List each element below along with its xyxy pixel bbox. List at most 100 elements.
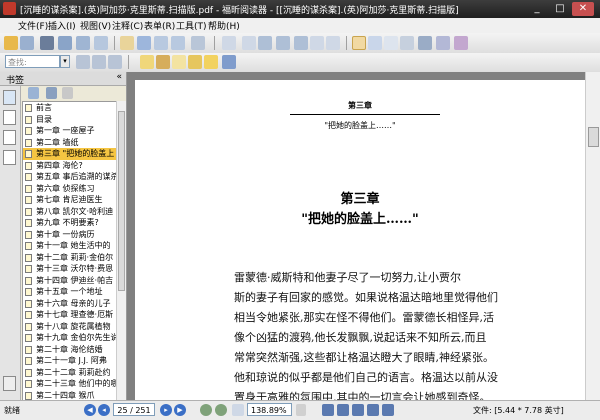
list-item-selected[interactable]: 第三章 "把她的脸盖上 bbox=[23, 148, 117, 160]
bookmark-tool-icon[interactable] bbox=[28, 87, 39, 99]
list-item[interactable]: 目录 bbox=[23, 114, 117, 126]
search-options-icon[interactable] bbox=[108, 55, 122, 69]
highlight-icon[interactable] bbox=[140, 55, 154, 69]
search-next-icon[interactable] bbox=[92, 55, 106, 69]
minimize-button[interactable]: _ bbox=[526, 2, 548, 16]
page-number-input[interactable]: 25 / 251 bbox=[113, 403, 155, 416]
menu-form[interactable]: 表单(R) bbox=[144, 19, 175, 32]
tab-attachments-icon[interactable] bbox=[3, 150, 16, 165]
list-item[interactable]: 第二十章 海伦结婚 bbox=[23, 344, 117, 356]
zoom-dropdown-icon[interactable] bbox=[242, 36, 256, 50]
menu-view[interactable]: 视图(V) bbox=[80, 19, 111, 32]
next-view-icon[interactable] bbox=[171, 36, 185, 50]
menu-comment[interactable]: 注释(C) bbox=[112, 19, 143, 32]
previous-view-icon[interactable] bbox=[154, 36, 168, 50]
list-item[interactable]: 第十六章 母亲的儿子 bbox=[23, 298, 117, 310]
list-item[interactable]: 第十五章 一个地址 bbox=[23, 286, 117, 298]
arrow-icon[interactable] bbox=[222, 55, 236, 69]
print-icon[interactable] bbox=[40, 36, 54, 50]
select-text-icon[interactable] bbox=[368, 36, 382, 50]
list-item[interactable]: 第一章 一座屋子 bbox=[23, 125, 117, 137]
fit-width-icon[interactable] bbox=[276, 36, 290, 50]
snapshot-icon[interactable] bbox=[400, 36, 414, 50]
continuous-icon[interactable] bbox=[337, 404, 349, 416]
document-view[interactable]: 第三章 "把她的脸盖上……" 第三章 "把她的脸盖上……" 雷蒙德·威斯特和他妻… bbox=[127, 72, 600, 410]
next-view-icon[interactable] bbox=[215, 404, 227, 416]
last-page-button[interactable]: ▶ bbox=[174, 404, 186, 416]
bookmark-scrollbar[interactable] bbox=[116, 101, 126, 400]
menu-help[interactable]: 帮助(H) bbox=[208, 19, 240, 32]
split-view-icon[interactable] bbox=[382, 404, 394, 416]
close-button[interactable]: ✕ bbox=[572, 2, 594, 16]
zoom-status-icon[interactable] bbox=[232, 404, 244, 416]
pencil-icon[interactable] bbox=[156, 55, 170, 69]
list-item[interactable]: 前言 bbox=[23, 102, 117, 114]
scrollbar-thumb[interactable] bbox=[118, 111, 125, 291]
select-tool-icon[interactable] bbox=[384, 36, 398, 50]
textbox-icon[interactable] bbox=[188, 55, 202, 69]
list-item[interactable]: 第四章 海伦? bbox=[23, 160, 117, 172]
note-icon[interactable] bbox=[172, 55, 186, 69]
list-item[interactable]: 第五章 事后追溯的谋杀 bbox=[23, 171, 117, 183]
facing-icon[interactable] bbox=[352, 404, 364, 416]
list-item[interactable]: 第八章 凯尔文·哈利迪 bbox=[23, 206, 117, 218]
list-item[interactable]: 第十章 一份病历 bbox=[23, 229, 117, 241]
first-page-button[interactable]: ◀ bbox=[84, 404, 96, 416]
first-page-icon[interactable] bbox=[191, 36, 205, 50]
menu-insert[interactable]: 插入(I) bbox=[48, 19, 76, 32]
save-icon[interactable] bbox=[20, 36, 34, 50]
email-icon[interactable] bbox=[58, 36, 72, 50]
open-icon[interactable] bbox=[4, 36, 18, 50]
prev-view-icon[interactable] bbox=[200, 404, 212, 416]
list-item[interactable]: 第二十一章 J.J. 阿弗 bbox=[23, 355, 117, 367]
actual-size-icon[interactable] bbox=[294, 36, 308, 50]
zoom-input[interactable]: 138.89% bbox=[247, 403, 292, 416]
search-prev-icon[interactable] bbox=[76, 55, 90, 69]
forward-icon[interactable] bbox=[137, 36, 151, 50]
search-input[interactable]: 查找: bbox=[5, 55, 60, 68]
scrollbar-thumb[interactable] bbox=[588, 127, 599, 147]
app-icon[interactable] bbox=[3, 2, 16, 15]
fit-page-icon[interactable] bbox=[258, 36, 272, 50]
maximize-button[interactable]: □ bbox=[549, 2, 571, 16]
tab-pages-icon[interactable] bbox=[3, 110, 16, 125]
list-item[interactable]: 第七章 肯尼迪医生 bbox=[23, 194, 117, 206]
list-item[interactable]: 第十八章 旋花属植物 bbox=[23, 321, 117, 333]
menu-tools[interactable]: 工具(T) bbox=[176, 19, 207, 32]
zoom-plus-icon[interactable] bbox=[326, 36, 340, 50]
list-item[interactable]: 第二章 墙纸 bbox=[23, 137, 117, 149]
menu-file[interactable]: 文件(F) bbox=[18, 19, 48, 32]
list-item[interactable]: 第十三章 沃尔特·费恩 bbox=[23, 263, 117, 275]
list-item[interactable]: 第二十二章 莉莉赴约 bbox=[23, 367, 117, 379]
next-page-button[interactable]: ▸ bbox=[160, 404, 172, 416]
list-item[interactable]: 第十四章 伊迪丝·帕吉 bbox=[23, 275, 117, 287]
search-dropdown-icon[interactable]: ▾ bbox=[60, 55, 70, 68]
prev-page-button[interactable]: ◂ bbox=[98, 404, 110, 416]
find-icon[interactable] bbox=[418, 36, 432, 50]
list-item[interactable]: 第十二章 莉莉·金伯尔 bbox=[23, 252, 117, 264]
document-scrollbar[interactable] bbox=[585, 72, 600, 400]
list-item[interactable]: 第二十三章 他们中的哪 bbox=[23, 378, 117, 390]
continuous-facing-icon[interactable] bbox=[367, 404, 379, 416]
image-icon[interactable] bbox=[436, 36, 450, 50]
document-icon[interactable] bbox=[94, 36, 108, 50]
bookmark-options-icon[interactable] bbox=[62, 87, 73, 99]
tab-bookmarks-icon[interactable] bbox=[3, 90, 16, 105]
list-item[interactable]: 第六章 侦探练习 bbox=[23, 183, 117, 195]
list-item[interactable]: 第十九章 金伯尔先生说 bbox=[23, 332, 117, 344]
list-item[interactable]: 第十一章 她生活中的 bbox=[23, 240, 117, 252]
zoom-out-icon[interactable] bbox=[310, 36, 324, 50]
list-item[interactable]: 第九章 不明要素? bbox=[23, 217, 117, 229]
back-icon[interactable] bbox=[120, 36, 134, 50]
hand-tool-icon[interactable] bbox=[352, 36, 366, 50]
delete-bookmark-icon[interactable] bbox=[46, 87, 57, 99]
tab-paperclip-icon[interactable] bbox=[3, 376, 16, 391]
list-item[interactable]: 第十七章 理查德·厄斯 bbox=[23, 309, 117, 321]
tab-layers-icon[interactable] bbox=[3, 130, 16, 145]
zoom-dropdown-icon[interactable] bbox=[296, 404, 306, 416]
zoom-in-icon[interactable] bbox=[222, 36, 236, 50]
comment-icon[interactable] bbox=[204, 55, 218, 69]
collapse-panel-icon[interactable]: « bbox=[116, 72, 122, 82]
single-page-icon[interactable] bbox=[322, 404, 334, 416]
typewriter-icon[interactable] bbox=[454, 36, 468, 50]
